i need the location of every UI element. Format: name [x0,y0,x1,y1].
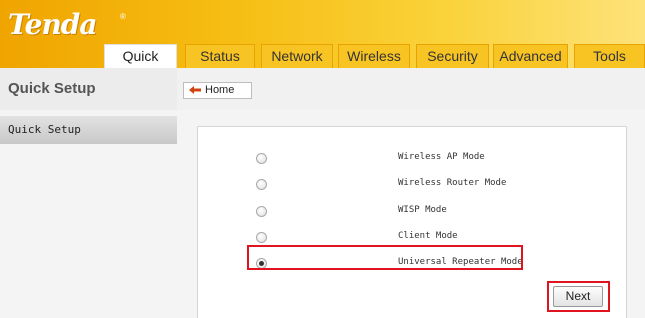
trademark-symbol: ® [120,12,126,21]
tab-tools[interactable]: Tools [574,44,645,68]
radio-client[interactable] [256,232,267,243]
breadcrumb-home-button[interactable]: Home [183,82,252,99]
mode-option-wireless-router: Wireless Router Mode [198,176,628,196]
radio-wisp[interactable] [256,206,267,217]
tenda-logo: Tenda [8,8,98,41]
mode-label-client: Client Mode [398,231,458,241]
tab-wireless[interactable]: Wireless [338,44,410,68]
home-arrow-icon [189,86,201,94]
tab-advanced[interactable]: Advanced [493,44,568,68]
mode-label-wireless-router: Wireless Router Mode [398,178,507,188]
header-bar: Tenda ® Quick Setup Status Network Wirel… [0,0,645,87]
next-button[interactable]: Next [553,286,603,307]
mode-option-wireless-ap: Wireless AP Mode [198,150,628,170]
mode-option-wisp: WISP Mode [198,203,628,223]
breadcrumb-home-label: Home [205,84,235,96]
radio-wireless-router[interactable] [256,179,267,190]
highlight-universal-repeater [247,245,523,270]
sidebar-title: Quick Setup [0,68,177,110]
mode-label-wireless-ap: Wireless AP Mode [398,152,485,162]
tab-status[interactable]: Status [185,44,255,68]
tab-quick-setup[interactable]: Quick Setup [104,44,177,87]
tab-security[interactable]: Security [416,44,489,68]
sidebar-item-quick-setup[interactable]: Quick Setup [0,116,177,144]
tab-network[interactable]: Network [261,44,333,68]
radio-wireless-ap[interactable] [256,153,267,164]
mode-label-wisp: WISP Mode [398,205,447,215]
